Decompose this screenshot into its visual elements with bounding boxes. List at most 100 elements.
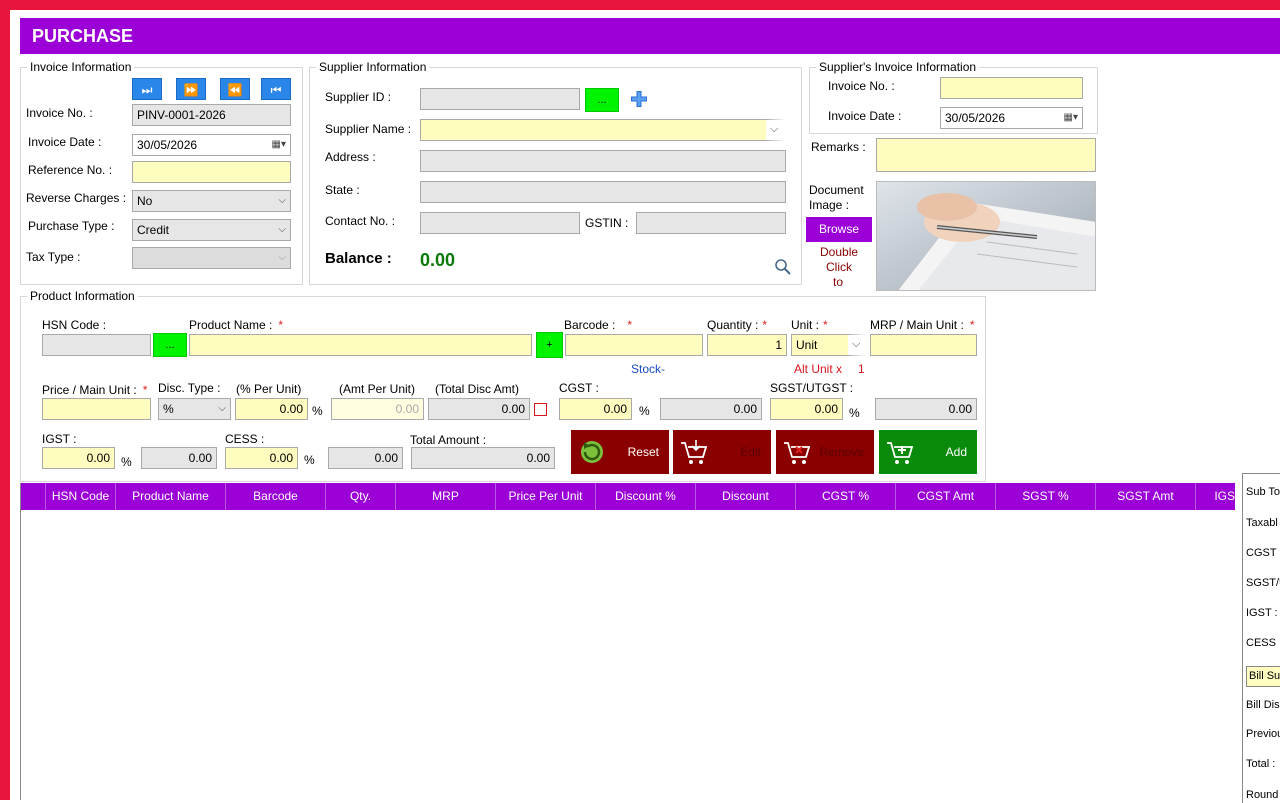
col-barcode[interactable]: Barcode — [226, 483, 326, 510]
total-disc-label: (Total Disc Amt) — [435, 382, 520, 396]
purchase-type-select[interactable]: Credit ⌵ — [132, 219, 291, 241]
col-sgst-pct[interactable]: SGST % — [996, 483, 1096, 510]
pct-per-unit-field[interactable]: 0.00 — [235, 398, 308, 420]
tax-type-label: Tax Type : — [26, 250, 81, 264]
document-label-1: Document — [809, 183, 864, 197]
gstin-field[interactable] — [636, 212, 786, 234]
search-icon[interactable] — [774, 258, 792, 276]
document-image-illustration — [877, 182, 1095, 290]
pct-symbol: % — [121, 455, 132, 469]
igst-amt-field[interactable]: 0.00 — [141, 447, 217, 469]
add-button[interactable]: Add — [879, 430, 977, 474]
col-price-per-unit[interactable]: Price Per Unit — [496, 483, 596, 510]
mrp-field[interactable] — [870, 334, 977, 356]
invoice-date-label: Invoice Date : — [28, 135, 102, 149]
address-label: Address : — [325, 150, 376, 164]
col-mrp[interactable]: MRP — [396, 483, 496, 510]
tax-type-select[interactable]: ⌵ — [132, 247, 291, 269]
col-product-name[interactable]: Product Name — [116, 483, 226, 510]
reset-button[interactable]: Reset — [571, 430, 669, 474]
gstin-label: GSTIN : — [585, 216, 629, 230]
document-image[interactable] — [876, 181, 1096, 291]
back-record-button[interactable]: ⏪ — [220, 78, 250, 100]
barcode-field[interactable] — [565, 334, 703, 356]
add-label: Add — [945, 445, 967, 459]
chevron-down-icon[interactable]: ⌵ — [852, 338, 860, 351]
price-field[interactable] — [42, 398, 151, 420]
cart-edit-icon — [681, 440, 708, 464]
double-click-hint-3: to — [833, 275, 844, 289]
pct-symbol: % — [304, 453, 315, 467]
invoice-no-field[interactable]: PINV-0001-2026 — [132, 104, 291, 126]
bill-discount-label: Bill Dis — [1246, 699, 1280, 711]
address-field[interactable] — [420, 150, 786, 172]
state-field[interactable] — [420, 181, 786, 203]
amt-per-unit-field[interactable]: 0.00 — [331, 398, 424, 420]
bill-sundry-select[interactable]: Bill Su — [1246, 666, 1280, 687]
hsn-code-label: HSN Code : — [42, 318, 107, 332]
remarks-label: Remarks : — [811, 140, 866, 154]
purchase-type-label: Purchase Type : — [28, 219, 115, 233]
required-mark: * — [627, 318, 633, 332]
chevron-down-icon[interactable]: ⌵ — [770, 123, 778, 136]
supplier-lookup-button[interactable]: ... — [585, 88, 619, 112]
summary-total-label: Total : — [1246, 758, 1276, 770]
cart-remove-icon — [784, 442, 811, 464]
product-name-field[interactable] — [189, 334, 532, 356]
sgst-amt-field[interactable]: 0.00 — [875, 398, 977, 420]
supplier-id-field[interactable] — [420, 88, 580, 110]
add-supplier-icon[interactable] — [630, 90, 648, 108]
col-discount[interactable]: Discount — [696, 483, 796, 510]
col-igst[interactable]: IGS — [1196, 483, 1235, 510]
forward-record-button[interactable]: ⏩ — [176, 78, 206, 100]
edit-button[interactable]: Edit — [673, 430, 771, 474]
col-cgst-amt[interactable]: CGST Amt — [896, 483, 996, 510]
remove-button[interactable]: Remove — [776, 430, 874, 474]
col-discount-pct[interactable]: Discount % — [596, 483, 696, 510]
cgst-amt-field[interactable]: 0.00 — [660, 398, 762, 420]
add-product-button[interactable]: + — [536, 332, 563, 358]
disc-type-select[interactable]: % ⌵ — [158, 398, 231, 420]
reference-no-field[interactable] — [132, 161, 291, 183]
reverse-charges-select[interactable]: No ⌵ — [132, 190, 291, 212]
hsn-code-field[interactable] — [42, 334, 151, 356]
sgst-pct-field[interactable]: 0.00 — [770, 398, 843, 420]
required-mark: * — [969, 318, 975, 332]
summary-igst-label: IGST : — [1246, 607, 1278, 619]
contact-no-field[interactable] — [420, 212, 580, 234]
calendar-icon[interactable]: ▦▾ — [272, 135, 286, 155]
supplier-invoice-no-label: Invoice No. : — [828, 79, 895, 93]
row-selector-header — [21, 483, 46, 510]
quantity-field[interactable]: 1 — [707, 334, 787, 356]
supplier-info-legend: Supplier Information — [319, 60, 427, 74]
supplier-invoice-no-field[interactable] — [940, 77, 1083, 99]
total-disc-checkbox[interactable] — [534, 403, 547, 416]
required-mark: * — [142, 383, 148, 397]
disc-type-value: % — [163, 402, 174, 416]
calendar-icon[interactable]: ▦▾ — [1064, 108, 1078, 128]
col-hsn-code[interactable]: HSN Code — [46, 483, 116, 510]
remarks-field[interactable] — [876, 138, 1096, 172]
taxable-label: Taxabl — [1246, 517, 1278, 529]
cgst-pct-field[interactable]: 0.00 — [559, 398, 632, 420]
hsn-lookup-button[interactable]: ... — [153, 333, 187, 357]
balance-value: 0.00 — [420, 250, 456, 270]
col-sgst-amt[interactable]: SGST Amt — [1096, 483, 1196, 510]
edit-label: Edit — [740, 445, 761, 459]
total-disc-field[interactable]: 0.00 — [428, 398, 530, 420]
first-record-button[interactable]: ⏮ — [261, 78, 291, 100]
col-cgst-pct[interactable]: CGST % — [796, 483, 896, 510]
igst-pct-field[interactable]: 0.00 — [42, 447, 115, 469]
total-amount-field[interactable]: 0.00 — [411, 447, 555, 469]
next-record-button[interactable]: ⏭ — [132, 78, 162, 100]
cess-pct-field[interactable]: 0.00 — [225, 447, 298, 469]
supplier-name-select[interactable] — [420, 119, 786, 141]
cess-amt-field[interactable]: 0.00 — [328, 447, 403, 469]
browse-button[interactable]: Browse — [806, 217, 872, 242]
col-qty[interactable]: Qty. — [326, 483, 396, 510]
supplier-invoice-date-picker[interactable]: 30/05/2026 ▦▾ — [940, 107, 1083, 129]
items-grid[interactable] — [20, 483, 1235, 800]
invoice-date-picker[interactable]: 30/05/2026 ▦▾ — [132, 134, 291, 156]
summary-cess-label: CESS : — [1246, 637, 1280, 649]
pct-per-unit-label: (% Per Unit) — [236, 382, 302, 396]
